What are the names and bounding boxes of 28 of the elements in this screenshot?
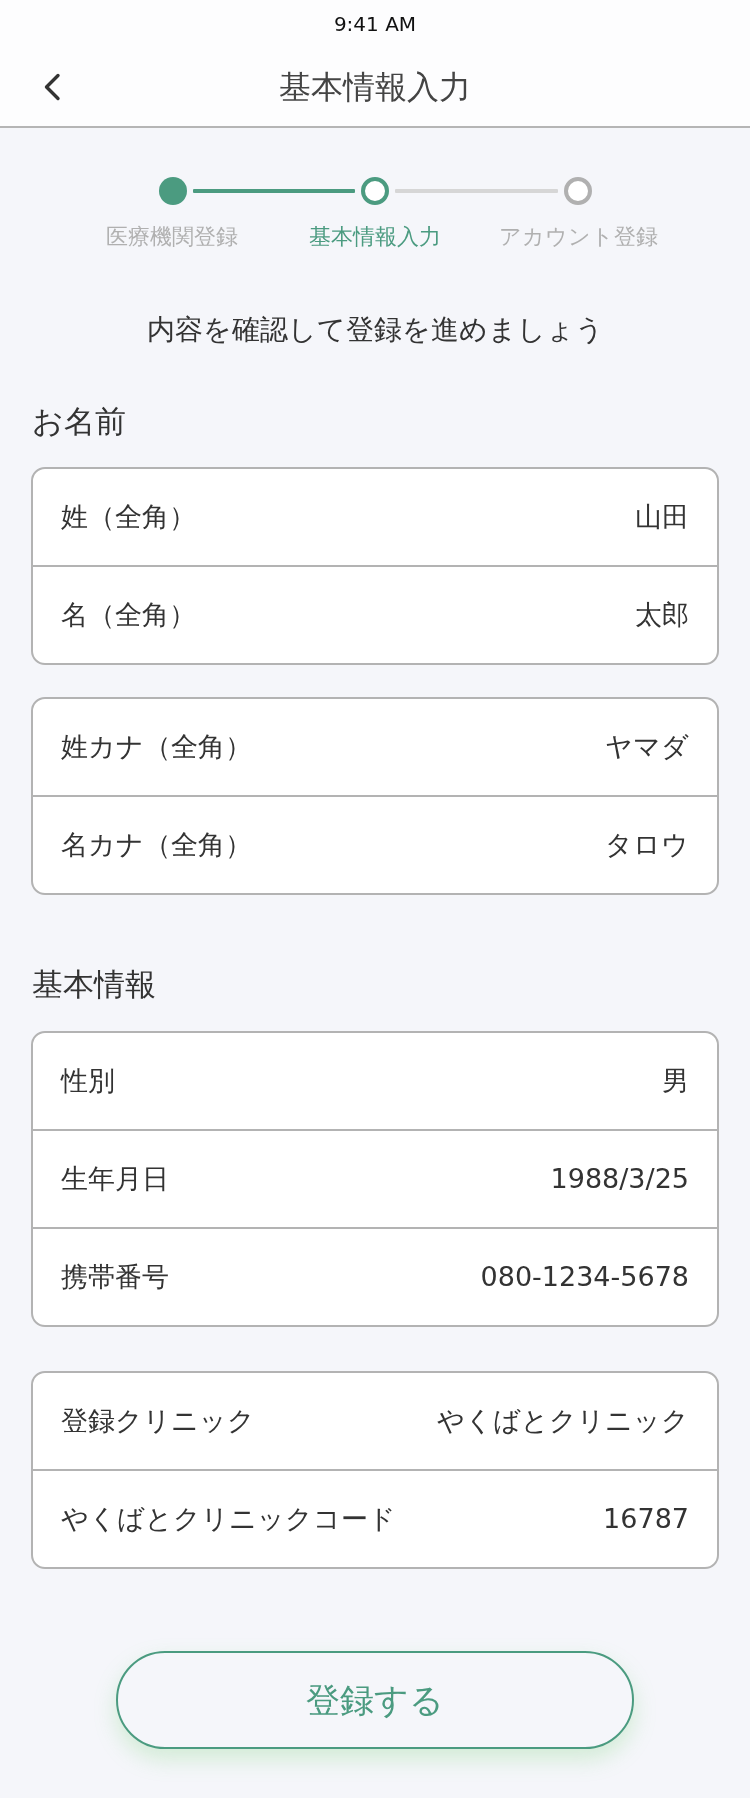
field-value: 16787 bbox=[603, 1502, 689, 1536]
field-label: 性別 bbox=[61, 1064, 115, 1098]
field-value: 太郎 bbox=[635, 598, 689, 632]
back-icon[interactable] bbox=[43, 73, 61, 101]
field-label: 生年月日 bbox=[61, 1162, 169, 1196]
field-label: 姓カナ（全角） bbox=[61, 730, 252, 764]
section-title: お名前 bbox=[31, 402, 127, 441]
field-value: やくばとクリニック bbox=[437, 1404, 689, 1438]
field-label: 名カナ（全角） bbox=[61, 828, 252, 862]
field-label: 名（全角） bbox=[61, 598, 196, 632]
step-label: 医療機関登録 bbox=[106, 223, 238, 251]
step-label: 基本情報入力 bbox=[309, 223, 441, 251]
field-label: やくばとクリニックコード bbox=[61, 1502, 396, 1536]
field-label: 登録クリニック bbox=[61, 1404, 255, 1438]
field-label: 姓（全角） bbox=[61, 500, 196, 534]
field-value: 080-1234-5678 bbox=[480, 1260, 689, 1294]
step-label: アカウント登録 bbox=[498, 223, 658, 251]
status-time: 9:41 AM bbox=[333, 11, 417, 38]
field-value: 山田 bbox=[635, 500, 689, 534]
field-value: 男 bbox=[662, 1064, 689, 1098]
field-value: タロウ bbox=[605, 828, 689, 862]
section-title: 基本情報 bbox=[31, 965, 157, 1004]
instruction-text: 内容を確認して登録を進めましょう bbox=[145, 312, 605, 348]
page-title: 基本情報入力 bbox=[279, 67, 471, 108]
register-button[interactable]: 登録する bbox=[116, 1651, 634, 1749]
field-label: 携帯番号 bbox=[61, 1260, 169, 1294]
field-value: ヤマダ bbox=[605, 730, 689, 764]
field-value: 1988/3/25 bbox=[550, 1162, 689, 1196]
